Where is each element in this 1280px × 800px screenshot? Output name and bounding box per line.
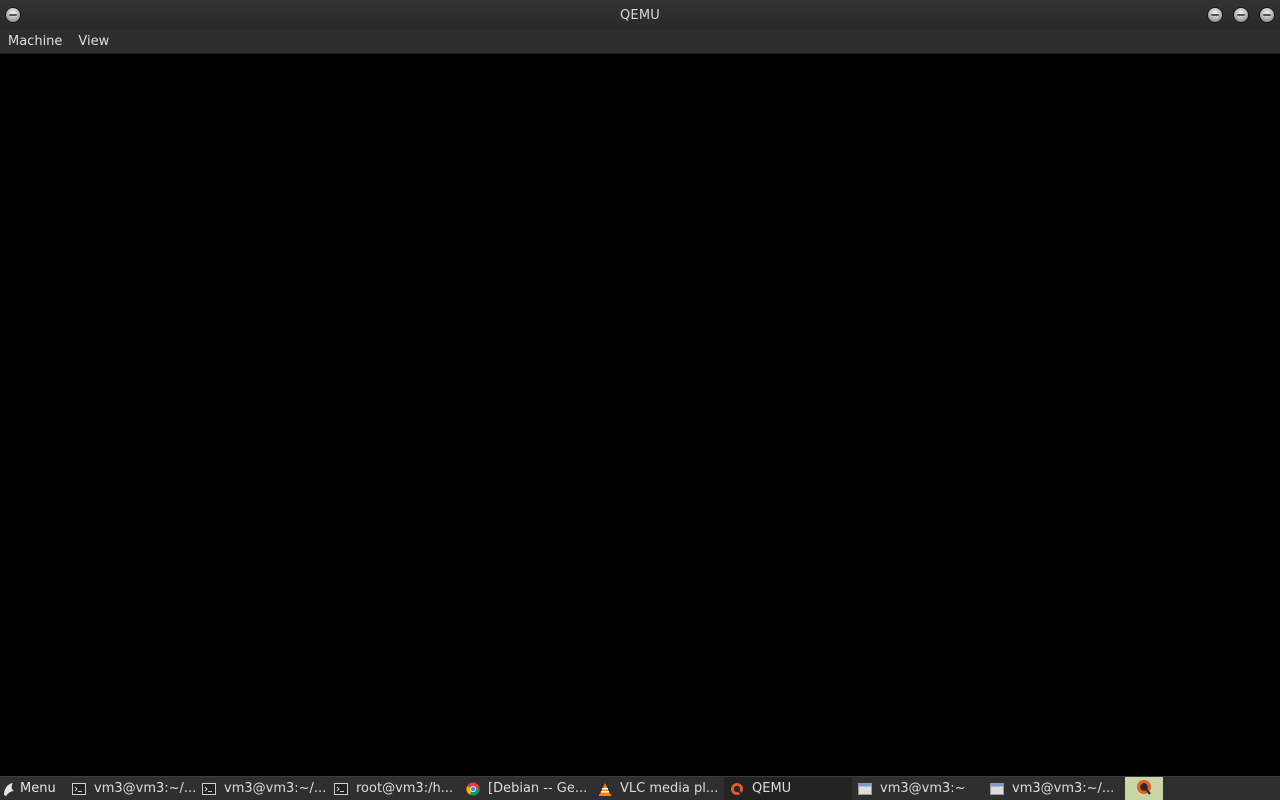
taskbar-item-label: root@vm3:/h... [356, 781, 454, 796]
terminal-icon [72, 782, 86, 796]
close-button[interactable] [1260, 8, 1274, 22]
taskbar-item-window-2[interactable]: vm3@vm3:~/... [984, 777, 1116, 800]
terminal-icon [334, 782, 348, 796]
qemu-icon [730, 782, 744, 796]
taskbar-item-browser[interactable]: [Debian -- Ge... [460, 777, 592, 800]
chrome-icon [466, 782, 480, 796]
window-menu-button[interactable] [6, 8, 20, 22]
taskbar-item-qemu[interactable]: QEMU [724, 777, 852, 800]
vlc-icon [598, 782, 612, 796]
menu-machine[interactable]: Machine [0, 30, 70, 54]
maximize-button[interactable] [1234, 8, 1248, 22]
taskbar-item-label: VLC media pl... [620, 781, 719, 796]
taskbar-item-terminal-2[interactable]: vm3@vm3:~/... [196, 777, 328, 800]
taskbar-item-terminal-3[interactable]: root@vm3:/h... [328, 777, 460, 800]
start-menu-label: Menu [20, 781, 56, 796]
taskbar-item-vlc[interactable]: VLC media pl... [592, 777, 724, 800]
taskbar: Menu vm3@vm3:~/... vm3@vm3:~/... root@vm… [0, 776, 1280, 800]
taskbar-item-label: vm3@vm3:~/... [224, 781, 327, 796]
window-title: QEMU [620, 7, 660, 23]
window-icon [990, 782, 1004, 796]
taskbar-item-label: QEMU [752, 781, 792, 796]
taskbar-item-label: [Debian -- Ge... [488, 781, 588, 796]
taskbar-item-terminal-1[interactable]: vm3@vm3:~/... [66, 777, 196, 800]
vm-display[interactable] [0, 54, 1280, 776]
menu-icon [4, 782, 14, 796]
taskbar-item-label: vm3@vm3:~/... [94, 781, 196, 796]
start-menu-button[interactable]: Menu [0, 777, 66, 800]
taskbar-item-label: vm3@vm3:~ [880, 781, 966, 796]
tray-qemu[interactable] [1125, 777, 1163, 800]
taskbar-item-label: vm3@vm3:~/... [1012, 781, 1115, 796]
taskbar-item-window-1[interactable]: vm3@vm3:~ [852, 777, 984, 800]
menubar: Machine View [0, 30, 1280, 54]
window-icon [858, 782, 872, 796]
terminal-icon [202, 782, 216, 796]
menu-view[interactable]: View [70, 30, 117, 54]
qemu-icon [1136, 779, 1152, 799]
minimize-button[interactable] [1208, 8, 1222, 22]
window-titlebar[interactable]: QEMU [0, 0, 1280, 30]
